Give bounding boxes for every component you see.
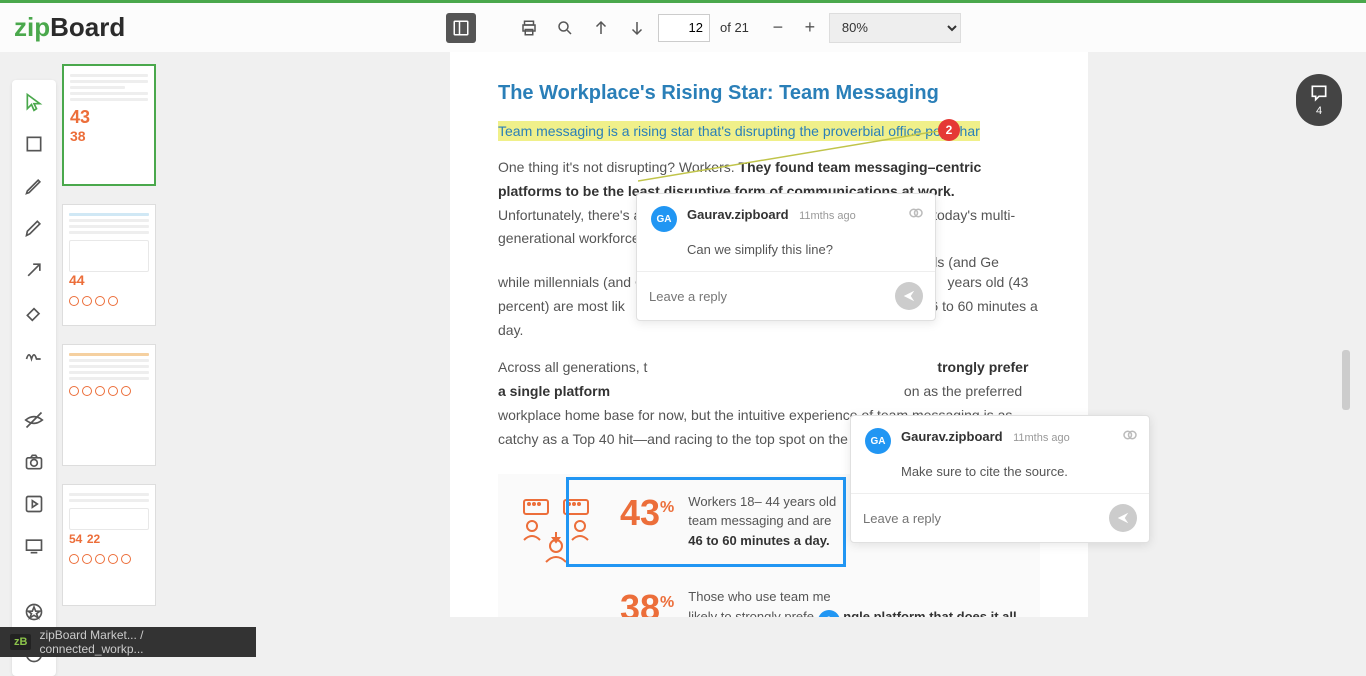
annotation-rect[interactable]	[566, 477, 846, 567]
send-reply-button[interactable]	[895, 282, 923, 310]
comment-options-icon[interactable]	[907, 204, 925, 227]
logo: zipBoard	[14, 12, 125, 43]
bottom-logo: zB	[10, 634, 31, 650]
comment-time: 11mths ago	[793, 210, 856, 222]
right-scrollbar[interactable]	[1342, 350, 1350, 410]
thumbnail-page-15[interactable]: 54 22	[62, 484, 156, 606]
thumbnail-page-13[interactable]: 44	[62, 204, 156, 326]
comment-popup-2: GA Gaurav.zipboard 11mths ago Make sure …	[850, 415, 1150, 543]
comment-author: Gaurav.zipboard	[901, 429, 1003, 444]
page-viewer: The Workplace's Rising Star: Team Messag…	[200, 52, 1346, 617]
thumbnails-panel: 43 38 44 54 22	[58, 60, 176, 617]
comment-author: Gaurav.zipboard	[687, 207, 789, 222]
comment-options-icon[interactable]	[1121, 426, 1139, 449]
star-tool-icon[interactable]	[20, 598, 48, 626]
eraser-tool-icon[interactable]	[20, 298, 48, 326]
zoom-select[interactable]: 80%	[829, 13, 961, 43]
comment-text: Make sure to cite the source.	[851, 460, 1149, 493]
camera-tool-icon[interactable]	[20, 448, 48, 476]
breadcrumb[interactable]: zipBoard Market... / connected_workp...	[39, 628, 246, 656]
zoom-out-button[interactable]: −	[765, 15, 791, 41]
hide-tool-icon[interactable]	[20, 406, 48, 434]
page-down-button[interactable]	[622, 13, 652, 43]
thumbnail-page-12[interactable]: 43 38	[62, 64, 156, 186]
page-heading: The Workplace's Rising Star: Team Messag…	[498, 82, 1040, 105]
comment-text: Can we simplify this line?	[637, 238, 935, 271]
page-total-label: of 21	[716, 20, 759, 35]
logo-board: Board	[50, 12, 125, 43]
arrow-tool-icon[interactable]	[20, 256, 48, 284]
highlighter-tool-icon[interactable]	[20, 214, 48, 242]
rectangle-tool-icon[interactable]	[20, 130, 48, 158]
logo-zip: zip	[14, 12, 50, 43]
comment-popup-1: GA Gaurav.zipboard 11mths ago Can we sim…	[636, 193, 936, 321]
top-bar: zipBoard of 21 − + 80%	[0, 0, 1366, 52]
page-number-input[interactable]	[658, 14, 710, 42]
comment-time: 11mths ago	[1007, 432, 1070, 444]
stat-38-text: Those who use team me likely to strongly…	[688, 587, 1022, 617]
avatar: GA	[651, 206, 677, 232]
avatar: GA	[865, 428, 891, 454]
print-button[interactable]	[514, 13, 544, 43]
page-up-button[interactable]	[586, 13, 616, 43]
comments-count: 4	[1316, 105, 1322, 117]
pencil-tool-icon[interactable]	[20, 172, 48, 200]
annotation-connector-line	[638, 131, 948, 191]
annotation-toolbar	[12, 80, 56, 676]
annotation-marker-1[interactable]: 1	[818, 610, 840, 617]
pointer-tool-icon[interactable]	[20, 88, 48, 116]
toolbar: of 21 − + 80%	[446, 13, 961, 43]
stat-38-percent: 38%	[620, 587, 674, 617]
comments-fab[interactable]: 4	[1296, 74, 1342, 126]
signature-tool-icon[interactable]	[20, 340, 48, 368]
thumbnail-page-14[interactable]	[62, 344, 156, 466]
send-reply-button[interactable]	[1109, 504, 1137, 532]
bottom-bar: zB zipBoard Market... / connected_workp.…	[0, 627, 256, 657]
reply-input[interactable]	[649, 289, 887, 304]
zoom-in-button[interactable]: +	[797, 15, 823, 41]
sidebar-toggle-button[interactable]	[446, 13, 476, 43]
play-tool-icon[interactable]	[20, 490, 48, 518]
reply-input[interactable]	[863, 511, 1101, 526]
device-tool-icon[interactable]	[20, 532, 48, 560]
comment-icon	[1309, 83, 1329, 103]
search-button[interactable]	[550, 13, 580, 43]
